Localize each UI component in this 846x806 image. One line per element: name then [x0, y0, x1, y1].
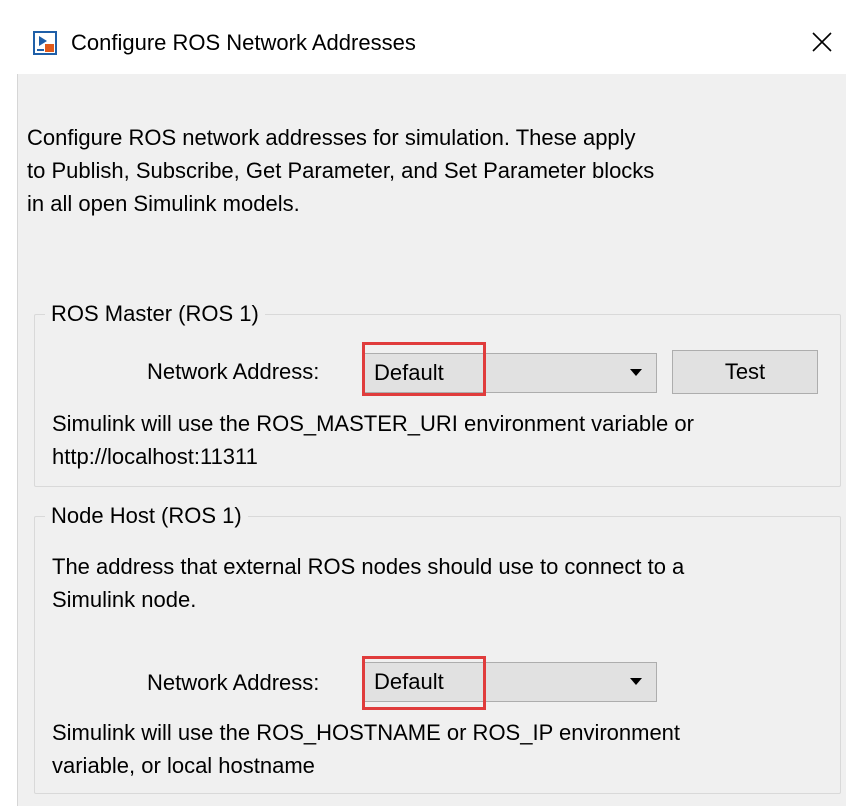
description-line: The address that external ROS nodes shou…: [52, 554, 685, 579]
node-host-intro: The address that external ROS nodes shou…: [52, 550, 832, 616]
chevron-down-icon: [630, 369, 642, 376]
node-host-network-address-dropdown[interactable]: Default: [362, 656, 657, 710]
ros-master-dropdown-value: Default: [374, 360, 444, 385]
intro-text: Configure ROS network addresses for simu…: [27, 121, 827, 220]
description-line: variable, or local hostname: [52, 753, 315, 778]
description-line: Simulink node.: [52, 587, 197, 612]
intro-line: Configure ROS network addresses for simu…: [27, 125, 636, 150]
dialog-window: Configure ROS Network Addresses Configur…: [0, 0, 846, 806]
intro-line: to Publish, Subscribe, Get Parameter, an…: [27, 158, 655, 183]
ros-master-network-address-dropdown[interactable]: Default: [362, 342, 657, 396]
description-line: Simulink will use the ROS_MASTER_URI env…: [52, 411, 694, 436]
node-host-dropdown-value: Default: [374, 669, 444, 694]
window-title: Configure ROS Network Addresses: [71, 30, 416, 55]
close-button[interactable]: [800, 22, 844, 62]
chevron-down-icon: [630, 678, 642, 685]
ros-master-group: ROS Master (ROS 1) Network Address: Defa…: [34, 300, 841, 487]
description-line: http://localhost:11311: [52, 444, 258, 469]
test-button[interactable]: Test: [672, 350, 818, 394]
simulink-app-icon: [33, 31, 57, 55]
ros-master-description: Simulink will use the ROS_MASTER_URI env…: [52, 407, 832, 473]
node-host-description: Simulink will use the ROS_HOSTNAME or RO…: [52, 716, 832, 782]
node-host-group: Node Host (ROS 1) The address that exter…: [34, 502, 841, 794]
dialog-content: Configure ROS network addresses for simu…: [17, 74, 846, 806]
close-icon: [812, 32, 832, 52]
ros-master-network-address-label: Network Address:: [147, 359, 320, 384]
ros-master-legend: ROS Master (ROS 1): [45, 300, 265, 328]
description-line: Simulink will use the ROS_HOSTNAME or RO…: [52, 720, 681, 745]
node-host-network-address-label: Network Address:: [147, 670, 320, 695]
intro-line: in all open Simulink models.: [27, 191, 300, 216]
node-host-legend: Node Host (ROS 1): [45, 502, 248, 530]
title-bar: Configure ROS Network Addresses: [0, 0, 846, 74]
